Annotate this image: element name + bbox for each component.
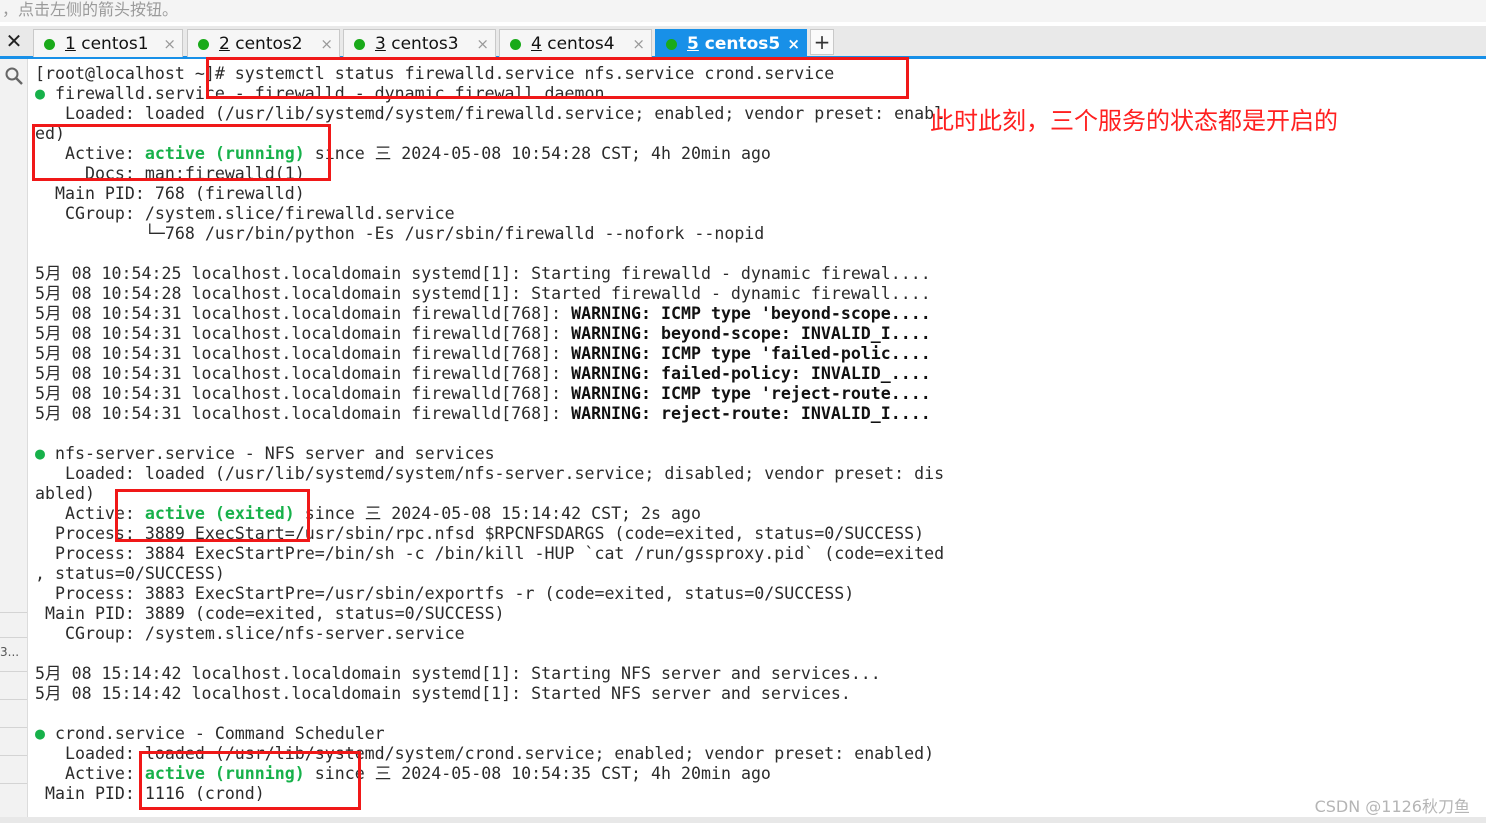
watermark: CSDN @1126秋刀鱼 [1314,797,1470,816]
terminal-line: 5月 08 10:54:31 localhost.localdomain fir… [35,344,944,364]
tab-centos3[interactable]: 3 centos3 × [343,29,496,57]
tab-close-icon[interactable]: × [163,30,176,58]
terminal-text: 5月 08 10:54:31 localhost.localdomain fir… [35,404,572,423]
terminal-text: WARNING: ICMP type 'reject-route.... [571,384,931,403]
terminal-line: 5月 08 10:54:31 localhost.localdomain fir… [35,384,944,404]
highlight-firewalld-active-box [32,124,331,181]
divider [0,783,27,784]
terminal-text: └─768 /usr/bin/python -Es /usr/sbin/fire… [35,224,765,243]
highlight-crond-active-box [139,751,361,810]
terminal-text: Active: [35,764,145,783]
terminal-line: └─768 /usr/bin/python -Es /usr/sbin/fire… [35,224,944,244]
terminal-line: 5月 08 10:54:31 localhost.localdomain fir… [35,364,944,384]
terminal-text: WARNING: failed-policy: INVALID_.... [571,364,931,383]
terminal-text: 5月 08 10:54:31 localhost.localdomain fir… [35,324,572,343]
terminal-line: CGroup: /system.slice/firewalld.service [35,204,944,224]
terminal-text: Main PID: 3889 (code=exited, status=0/SU… [35,604,505,623]
terminal-text: since 三 2024-05-08 15:14:42 CST; 2s ago [294,504,701,523]
session-ellipsis[interactable]: 3... [0,645,19,659]
terminal-text: , status=0/SUCCESS) [35,564,225,583]
highlight-nfs-active-box [115,489,310,542]
terminal-text: 5月 08 10:54:31 localhost.localdomain fir… [35,344,572,363]
terminal-text: since 三 2024-05-08 10:54:28 CST; 4h 20mi… [304,144,771,163]
terminal-text: 5月 08 15:14:42 localhost.localdomain sys… [35,684,851,703]
divider [0,755,27,756]
status-bullet-icon: ● [35,84,55,103]
divider [0,637,27,638]
terminal-line: , status=0/SUCCESS) [35,564,944,584]
terminal-line: 5月 08 10:54:31 localhost.localdomain fir… [35,404,944,424]
status-dot-icon [198,39,209,50]
status-dot-icon [354,39,365,50]
divider [0,671,27,672]
terminal-text: nfs-server.service - NFS server and serv… [54,444,495,463]
tab-centos5[interactable]: 5 centos5 × [655,29,807,57]
add-tab-button[interactable]: + [810,29,834,55]
terminal-text: Process: 3883 ExecStartPre=/usr/sbin/exp… [35,584,855,603]
terminal-text: Process: 3884 ExecStartPre=/bin/sh -c /b… [35,544,945,563]
terminal-line: Loaded: loaded (/usr/lib/systemd/system/… [35,464,944,484]
terminal-text: 5月 08 10:54:28 localhost.localdomain sys… [35,284,931,303]
terminal-line: CGroup: /system.slice/nfs-server.service [35,624,944,644]
terminal-text: 5月 08 10:54:31 localhost.localdomain fir… [35,364,572,383]
terminal-text: WARNING: reject-route: INVALID_I.... [571,404,931,423]
terminal-text: Loaded: loaded (/usr/lib/systemd/system/… [35,464,945,483]
terminal-line: ● crond.service - Command Scheduler [35,724,944,744]
terminal-line: Main PID: 768 (firewalld) [35,184,944,204]
tab-bar: ✕ 1 centos1 × 2 centos2 × 3 centos3 × 4 … [0,26,1486,59]
tab-close-icon[interactable]: × [476,30,489,58]
bottom-bar [0,817,1486,823]
terminal-text: crond.service - Command Scheduler [54,724,385,743]
terminal-text: 5月 08 15:14:42 localhost.localdomain sys… [35,664,881,683]
terminal-text: 5月 08 10:54:25 localhost.localdomain sys… [35,264,931,283]
terminal-text: Main PID: 768 (firewalld) [35,184,305,203]
terminal-text: CGroup: /system.slice/nfs-server.service [35,624,465,643]
close-icon[interactable]: ✕ [4,31,24,51]
terminal-text: WARNING: ICMP type 'beyond-scope.... [571,304,931,323]
terminal-line: 5月 08 10:54:31 localhost.localdomain fir… [35,304,944,324]
terminal-text: Loaded: loaded (/usr/lib/systemd/system/… [35,104,945,123]
terminal-text: abled) [35,484,95,503]
status-dot-icon [44,39,55,50]
terminal-line: 5月 08 15:14:42 localhost.localdomain sys… [35,684,944,704]
terminal-text: WARNING: beyond-scope: INVALID_I.... [571,324,931,343]
tab-close-icon[interactable]: × [320,30,333,58]
terminal-line: 5月 08 10:54:31 localhost.localdomain fir… [35,324,944,344]
terminal-line: Process: 3883 ExecStartPre=/usr/sbin/exp… [35,584,944,604]
status-dot-icon [510,39,521,50]
terminal-text: 5月 08 10:54:31 localhost.localdomain fir… [35,384,572,403]
terminal-line: Main PID: 3889 (code=exited, status=0/SU… [35,604,944,624]
terminal-text: 5月 08 10:54:31 localhost.localdomain fir… [35,304,572,323]
tab-centos2[interactable]: 2 centos2 × [187,29,340,57]
divider [0,612,27,613]
tab-close-icon[interactable]: × [787,30,800,58]
highlight-command-box [206,57,909,99]
left-pane: 3... [0,59,28,819]
tab-centos1[interactable]: 1 centos1 × [33,29,183,57]
tab-close-icon[interactable]: × [632,30,645,58]
terminal-line: Process: 3884 ExecStartPre=/bin/sh -c /b… [35,544,944,564]
terminal-text: since 三 2024-05-08 10:54:35 CST; 4h 20mi… [304,764,771,783]
terminal-text: WARNING: ICMP type 'failed-polic.... [571,344,931,363]
search-icon[interactable] [4,66,24,86]
terminal-line: 5月 08 10:54:25 localhost.localdomain sys… [35,264,944,284]
status-dot-icon [666,39,677,50]
status-bullet-icon: ● [35,724,55,743]
tab-centos4[interactable]: 4 centos4 × [499,29,652,57]
status-bullet-icon: ● [35,444,55,463]
terminal-line: 5月 08 15:14:42 localhost.localdomain sys… [35,664,944,684]
terminal-line: Loaded: loaded (/usr/lib/systemd/system/… [35,104,944,124]
terminal-line: ● nfs-server.service - NFS server and se… [35,444,944,464]
terminal-text: CGroup: /system.slice/firewalld.service [35,204,455,223]
divider [0,727,27,728]
divider [0,699,27,700]
annotation-text: 此时此刻，三个服务的状态都是开启的 [930,107,1338,135]
terminal-line: 5月 08 10:54:28 localhost.localdomain sys… [35,284,944,304]
hint-text: ，点击左侧的箭头按钮。 [0,0,1486,22]
